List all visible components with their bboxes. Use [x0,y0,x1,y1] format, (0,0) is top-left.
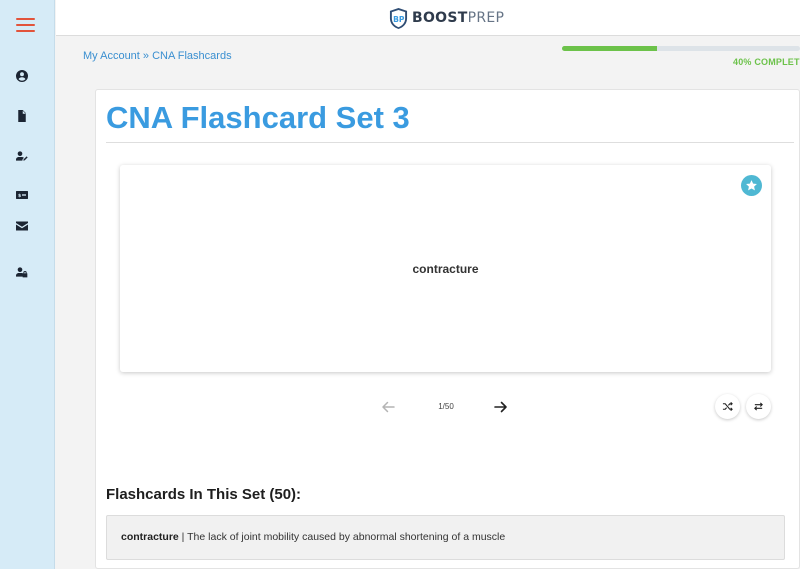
flip-card-button[interactable] [746,394,771,419]
user-edit-icon[interactable] [14,149,30,163]
progress-bar [562,46,800,51]
breadcrumb-cna-flashcards[interactable]: CNA Flashcards [152,50,231,62]
card-counter: 1/50 [438,402,454,411]
breadcrumb: My Account » CNA Flashcards [83,50,232,62]
flashcard[interactable]: contracture [120,165,771,372]
flashcard-list-heading: Flashcards In This Set (50): [106,486,302,503]
brand-logo[interactable]: BP BOOSTPREP [389,7,504,29]
list-item-term: contracture [121,531,179,543]
title-divider [106,142,794,143]
top-bar: BP BOOSTPREP [56,0,800,36]
document-icon[interactable] [14,109,30,123]
list-item[interactable]: contracture | The lack of joint mobility… [106,515,785,560]
breadcrumb-separator: » [139,50,153,62]
favorite-star-button[interactable] [741,175,762,196]
progress-bar-fill [562,46,658,51]
shuffle-icon [722,401,733,412]
money-bill-icon[interactable]: $ [14,188,30,202]
shuffle-button[interactable] [715,394,740,419]
swap-arrows-icon [754,402,763,411]
envelope-icon[interactable] [14,219,30,233]
svg-text:BP: BP [393,14,405,23]
flashcard-term: contracture [412,262,479,276]
page-title: CNA Flashcard Set 3 [106,100,410,135]
list-item-separator: | [178,531,188,543]
star-icon [746,180,757,191]
list-item-definition: The lack of joint mobility caused by abn… [187,531,506,543]
sidebar: $ [0,0,55,569]
brand-name: BOOSTPREP [412,10,505,26]
breadcrumb-my-account[interactable]: My Account [83,50,140,62]
hamburger-menu-icon[interactable] [16,18,35,32]
next-card-arrow-icon[interactable] [493,399,509,415]
user-circle-icon[interactable] [14,69,30,83]
progress-label: 40% COMPLETE [733,57,800,67]
svg-text:$: $ [18,193,21,199]
flashcard-panel: CNA Flashcard Set 3 contracture 1/50 Fla… [95,89,800,569]
shield-logo-icon: BP [389,7,408,29]
previous-card-arrow-icon[interactable] [380,399,396,415]
user-lock-icon[interactable] [14,265,30,279]
